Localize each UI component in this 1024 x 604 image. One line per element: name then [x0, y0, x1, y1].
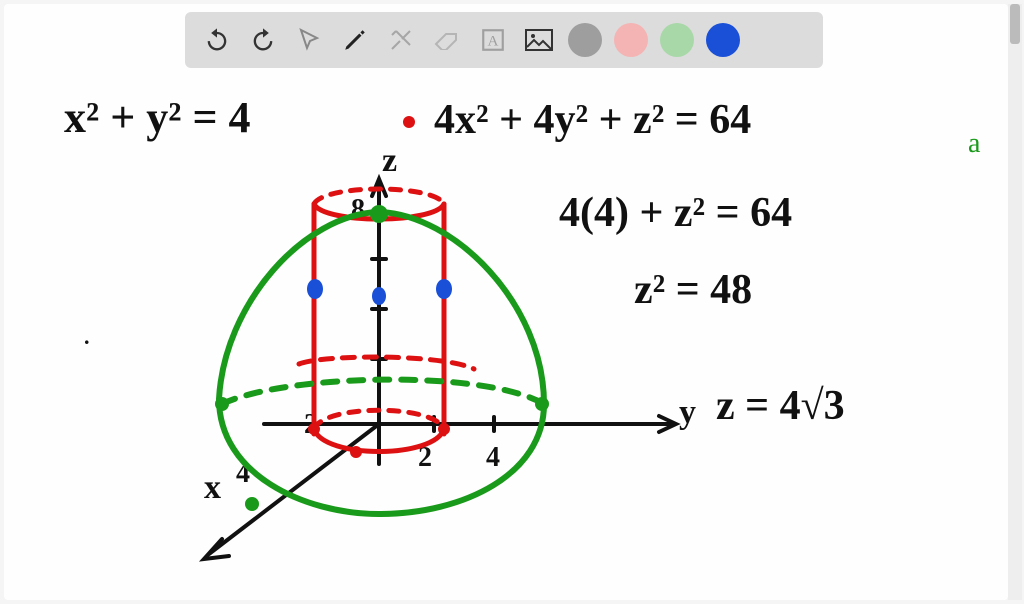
tools-button[interactable] [383, 22, 419, 58]
color-green[interactable] [659, 22, 695, 58]
image-tool[interactable] [521, 22, 557, 58]
pen-icon [342, 27, 368, 53]
tools-icon [389, 28, 413, 52]
image-icon [525, 29, 553, 51]
text-icon: A [480, 27, 506, 53]
gray-swatch-icon [568, 23, 602, 57]
undo-button[interactable] [199, 22, 235, 58]
text-tool[interactable]: A [475, 22, 511, 58]
pointer-tool[interactable] [291, 22, 327, 58]
pen-tool[interactable] [337, 22, 373, 58]
drawing-toolbar: A [185, 12, 823, 68]
pointer-icon [297, 28, 321, 52]
redo-icon [249, 26, 277, 54]
green-swatch-icon [660, 23, 694, 57]
svg-text:A: A [488, 32, 499, 49]
scrollbar-thumb[interactable] [1010, 4, 1020, 44]
blue-swatch-icon [706, 23, 740, 57]
eraser-tool[interactable] [429, 22, 465, 58]
vertical-scrollbar[interactable] [1008, 4, 1022, 600]
pink-swatch-icon [614, 23, 648, 57]
color-blue[interactable] [705, 22, 741, 58]
redo-button[interactable] [245, 22, 281, 58]
eraser-icon [434, 30, 460, 50]
color-gray[interactable] [567, 22, 603, 58]
color-pink[interactable] [613, 22, 649, 58]
undo-icon [203, 26, 231, 54]
whiteboard-canvas[interactable] [4, 4, 1008, 600]
